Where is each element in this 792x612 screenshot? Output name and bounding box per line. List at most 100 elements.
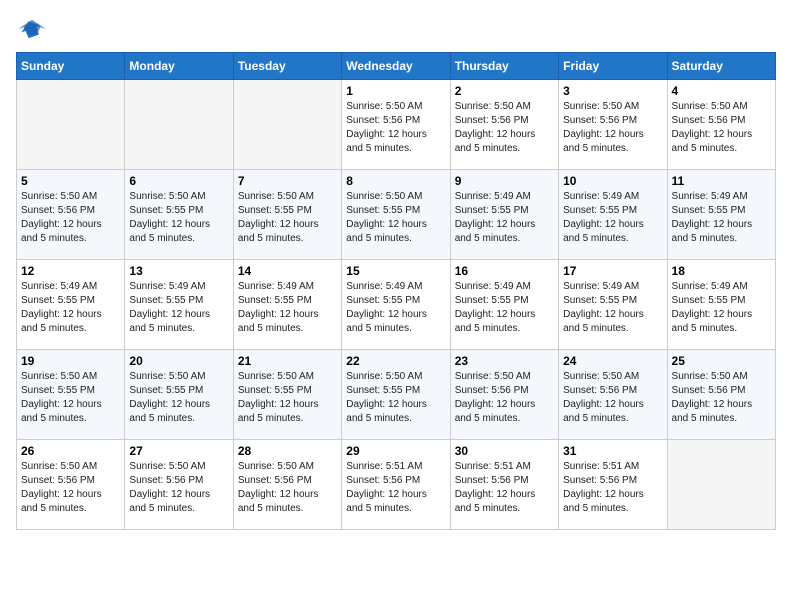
week-row-2: 5 Sunrise: 5:50 AMSunset: 5:56 PMDaylight… bbox=[17, 170, 776, 260]
week-row-4: 19 Sunrise: 5:50 AMSunset: 5:55 PMDayligh… bbox=[17, 350, 776, 440]
day-number: 23 bbox=[455, 354, 554, 368]
day-number: 13 bbox=[129, 264, 228, 278]
day-info: Sunrise: 5:50 AMSunset: 5:55 PMDaylight:… bbox=[238, 190, 337, 246]
day-info: Sunrise: 5:50 AMSunset: 5:56 PMDaylight:… bbox=[455, 100, 554, 156]
calendar-table: SundayMondayTuesdayWednesdayThursdayFrid… bbox=[16, 52, 776, 530]
day-number: 20 bbox=[129, 354, 228, 368]
day-cell-17: 17 Sunrise: 5:49 AMSunset: 5:55 PMDayligh… bbox=[559, 260, 667, 350]
day-info: Sunrise: 5:49 AMSunset: 5:55 PMDaylight:… bbox=[455, 280, 554, 336]
day-number: 18 bbox=[672, 264, 771, 278]
day-number: 30 bbox=[455, 444, 554, 458]
day-info: Sunrise: 5:49 AMSunset: 5:55 PMDaylight:… bbox=[563, 190, 662, 246]
day-cell-22: 22 Sunrise: 5:50 AMSunset: 5:55 PMDayligh… bbox=[342, 350, 450, 440]
day-info: Sunrise: 5:49 AMSunset: 5:55 PMDaylight:… bbox=[672, 280, 771, 336]
day-cell-24: 24Sunrise: 5:50 AMSunset: 5:56 PMDayligh… bbox=[559, 350, 667, 440]
day-cell-19: 19 Sunrise: 5:50 AMSunset: 5:55 PMDayligh… bbox=[17, 350, 125, 440]
day-cell-12: 12Sunrise: 5:49 AMSunset: 5:55 PMDayligh… bbox=[17, 260, 125, 350]
week-row-3: 12 Sunrise: 5:49 AMSunset: 5:55 PMDayligh… bbox=[17, 260, 776, 350]
empty-cell bbox=[233, 80, 341, 170]
day-cell-8: 8 Sunrise: 5:50 AMSunset: 5:55 PMDaylight… bbox=[342, 170, 450, 260]
day-info: Sunrise: 5:49 AMSunset: 5:55 PMDaylight:… bbox=[672, 190, 771, 246]
day-cell-18: 18 Sunrise: 5:49 AMSunset: 5:55 PMDayligh… bbox=[667, 260, 775, 350]
day-number: 2 bbox=[455, 84, 554, 98]
day-info: Sunrise: 5:51 AMSunset: 5:56 PMDaylight:… bbox=[455, 460, 554, 516]
weekday-header-thursday: Thursday bbox=[450, 53, 558, 80]
day-cell-5: 5 Sunrise: 5:50 AMSunset: 5:56 PMDaylight… bbox=[17, 170, 125, 260]
day-number: 25 bbox=[672, 354, 771, 368]
day-number: 1 bbox=[346, 84, 445, 98]
day-number: 14 bbox=[238, 264, 337, 278]
day-cell-1: 1Sunrise: 5:50 AMSunset: 5:56 PMDaylight… bbox=[342, 80, 450, 170]
weekday-header-wednesday: Wednesday bbox=[342, 53, 450, 80]
day-info: Sunrise: 5:50 AMSunset: 5:55 PMDaylight:… bbox=[21, 370, 120, 426]
day-number: 27 bbox=[129, 444, 228, 458]
day-number: 11 bbox=[672, 174, 771, 188]
empty-cell bbox=[17, 80, 125, 170]
day-info: Sunrise: 5:50 AMSunset: 5:56 PMDaylight:… bbox=[21, 190, 120, 246]
day-number: 6 bbox=[129, 174, 228, 188]
day-cell-27: 27 Sunrise: 5:50 AMSunset: 5:56 PMDayligh… bbox=[125, 440, 233, 530]
day-cell-4: 4 Sunrise: 5:50 AMSunset: 5:56 PMDaylight… bbox=[667, 80, 775, 170]
day-number: 26 bbox=[21, 444, 120, 458]
day-number: 5 bbox=[21, 174, 120, 188]
day-cell-2: 2 Sunrise: 5:50 AMSunset: 5:56 PMDaylight… bbox=[450, 80, 558, 170]
day-info: Sunrise: 5:50 AMSunset: 5:55 PMDaylight:… bbox=[129, 190, 228, 246]
day-info: Sunrise: 5:50 AMSunset: 5:56 PMDaylight:… bbox=[129, 460, 228, 516]
day-cell-21: 21Sunrise: 5:50 AMSunset: 5:55 PMDayligh… bbox=[233, 350, 341, 440]
day-number: 17 bbox=[563, 264, 662, 278]
day-cell-14: 14 Sunrise: 5:49 AMSunset: 5:55 PMDayligh… bbox=[233, 260, 341, 350]
day-info: Sunrise: 5:50 AMSunset: 5:56 PMDaylight:… bbox=[672, 100, 771, 156]
day-info: Sunrise: 5:49 AMSunset: 5:55 PMDaylight:… bbox=[455, 190, 554, 246]
day-number: 22 bbox=[346, 354, 445, 368]
day-cell-6: 6 Sunrise: 5:50 AMSunset: 5:55 PMDaylight… bbox=[125, 170, 233, 260]
day-info: Sunrise: 5:51 AMSunset: 5:56 PMDaylight:… bbox=[563, 460, 662, 516]
day-info: Sunrise: 5:49 AMSunset: 5:55 PMDaylight:… bbox=[238, 280, 337, 336]
day-info: Sunrise: 5:50 AMSunset: 5:55 PMDaylight:… bbox=[346, 370, 445, 426]
day-cell-15: 15 Sunrise: 5:49 AMSunset: 5:55 PMDayligh… bbox=[342, 260, 450, 350]
day-cell-29: 29 Sunrise: 5:51 AMSunset: 5:56 PMDayligh… bbox=[342, 440, 450, 530]
day-number: 29 bbox=[346, 444, 445, 458]
weekday-header-sunday: Sunday bbox=[17, 53, 125, 80]
weekday-header-friday: Friday bbox=[559, 53, 667, 80]
day-info: Sunrise: 5:50 AMSunset: 5:55 PMDaylight:… bbox=[129, 370, 228, 426]
empty-cell bbox=[125, 80, 233, 170]
day-info: Sunrise: 5:50 AMSunset: 5:55 PMDaylight:… bbox=[346, 190, 445, 246]
week-row-5: 26 Sunrise: 5:50 AMSunset: 5:56 PMDayligh… bbox=[17, 440, 776, 530]
day-cell-31: 31Sunrise: 5:51 AMSunset: 5:56 PMDayligh… bbox=[559, 440, 667, 530]
day-number: 21 bbox=[238, 354, 337, 368]
day-number: 4 bbox=[672, 84, 771, 98]
day-cell-25: 25 Sunrise: 5:50 AMSunset: 5:56 PMDayligh… bbox=[667, 350, 775, 440]
day-number: 9 bbox=[455, 174, 554, 188]
day-number: 3 bbox=[563, 84, 662, 98]
day-cell-10: 10Sunrise: 5:49 AMSunset: 5:55 PMDayligh… bbox=[559, 170, 667, 260]
day-cell-20: 20 Sunrise: 5:50 AMSunset: 5:55 PMDayligh… bbox=[125, 350, 233, 440]
day-cell-30: 30 Sunrise: 5:51 AMSunset: 5:56 PMDayligh… bbox=[450, 440, 558, 530]
day-cell-28: 28Sunrise: 5:50 AMSunset: 5:56 PMDayligh… bbox=[233, 440, 341, 530]
day-number: 12 bbox=[21, 264, 120, 278]
day-number: 16 bbox=[455, 264, 554, 278]
day-info: Sunrise: 5:50 AMSunset: 5:56 PMDaylight:… bbox=[672, 370, 771, 426]
day-info: Sunrise: 5:49 AMSunset: 5:55 PMDaylight:… bbox=[346, 280, 445, 336]
page-header bbox=[16, 16, 776, 44]
day-number: 8 bbox=[346, 174, 445, 188]
day-info: Sunrise: 5:49 AMSunset: 5:55 PMDaylight:… bbox=[563, 280, 662, 336]
day-cell-26: 26 Sunrise: 5:50 AMSunset: 5:56 PMDayligh… bbox=[17, 440, 125, 530]
weekday-header-saturday: Saturday bbox=[667, 53, 775, 80]
day-cell-11: 11 Sunrise: 5:49 AMSunset: 5:55 PMDayligh… bbox=[667, 170, 775, 260]
day-info: Sunrise: 5:51 AMSunset: 5:56 PMDaylight:… bbox=[346, 460, 445, 516]
day-number: 7 bbox=[238, 174, 337, 188]
day-info: Sunrise: 5:50 AMSunset: 5:56 PMDaylight:… bbox=[563, 370, 662, 426]
day-info: Sunrise: 5:50 AMSunset: 5:56 PMDaylight:… bbox=[563, 100, 662, 156]
day-number: 19 bbox=[21, 354, 120, 368]
weekday-header-tuesday: Tuesday bbox=[233, 53, 341, 80]
day-cell-23: 23 Sunrise: 5:50 AMSunset: 5:56 PMDayligh… bbox=[450, 350, 558, 440]
week-row-1: 1 Sunrise: 5:50 AMSunset: 5:56 PMDaylight… bbox=[17, 80, 776, 170]
day-info: Sunrise: 5:50 AMSunset: 5:56 PMDaylight:… bbox=[455, 370, 554, 426]
day-cell-9: 9 Sunrise: 5:49 AMSunset: 5:55 PMDaylight… bbox=[450, 170, 558, 260]
day-number: 15 bbox=[346, 264, 445, 278]
day-info: Sunrise: 5:50 AMSunset: 5:56 PMDaylight:… bbox=[21, 460, 120, 516]
weekday-header-monday: Monday bbox=[125, 53, 233, 80]
logo-bird-icon bbox=[18, 16, 46, 44]
logo bbox=[16, 16, 46, 44]
day-cell-16: 16 Sunrise: 5:49 AMSunset: 5:55 PMDayligh… bbox=[450, 260, 558, 350]
